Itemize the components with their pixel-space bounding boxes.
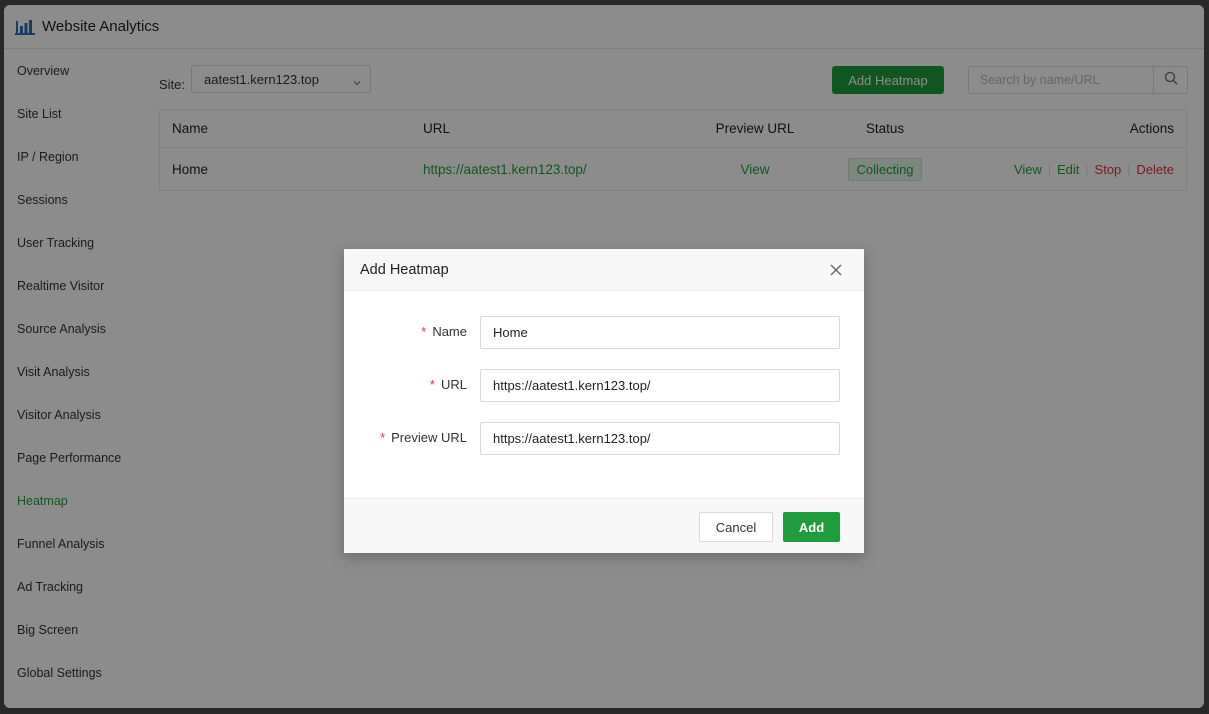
dialog-title: Add Heatmap	[360, 261, 449, 278]
add-heatmap-dialog: Add Heatmap *Name *URL *Preview URL Canc…	[344, 249, 864, 553]
dialog-footer: Cancel Add	[344, 498, 864, 553]
name-field[interactable]	[480, 316, 840, 349]
preview-url-label: * Preview URL	[380, 430, 467, 445]
name-label: * Name	[421, 324, 467, 339]
preview-url-row: * Preview URL	[344, 422, 864, 455]
preview-url-field[interactable]	[480, 422, 840, 455]
url-label: * URL	[429, 377, 467, 392]
close-icon[interactable]	[830, 263, 842, 276]
url-field[interactable]	[480, 369, 840, 402]
add-button[interactable]: Add	[783, 512, 840, 542]
name-row: * Name	[344, 316, 864, 349]
dialog-header: Add Heatmap	[344, 249, 864, 291]
url-row: * URL	[344, 369, 864, 402]
cancel-button[interactable]: Cancel	[699, 512, 773, 542]
